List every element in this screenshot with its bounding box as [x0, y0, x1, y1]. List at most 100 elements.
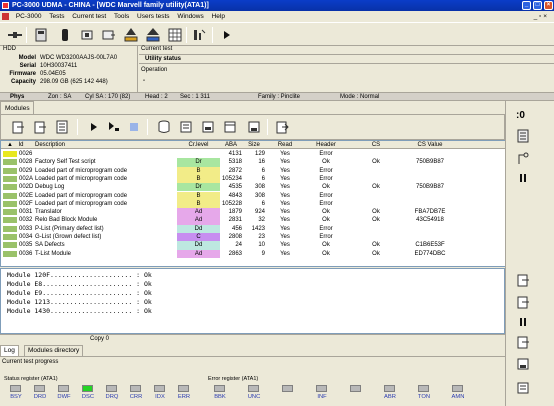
cell-size: 1423	[251, 225, 265, 232]
table-row[interactable]: 0028 Dr Factory Self Test script 5318 16 Yes O…	[1, 158, 507, 167]
table-row[interactable]: 0031 Ad Translator 1879 924 Yes Ok Ok FBA7DB7E	[1, 208, 507, 217]
sector-editor-icon[interactable]	[144, 26, 162, 44]
save-cylinder-icon[interactable]	[155, 118, 173, 136]
read-module-icon[interactable]	[177, 118, 195, 136]
table-row[interactable]: 0026 4131 129 Yes Error	[1, 150, 507, 158]
run-icon[interactable]	[218, 26, 236, 44]
device-icon[interactable]	[32, 26, 50, 44]
print-log-icon[interactable]	[514, 379, 532, 397]
export-icon[interactable]	[9, 118, 27, 136]
cell-header: Ok	[322, 250, 330, 257]
branch-icon[interactable]	[514, 149, 532, 167]
modules-tab[interactable]: Modules	[0, 101, 34, 114]
stepper-icon[interactable]	[190, 26, 208, 44]
app-menu-icon[interactable]	[2, 12, 9, 20]
col-read[interactable]: Read	[269, 141, 301, 149]
status-led	[106, 385, 117, 392]
head-map-icon[interactable]	[514, 127, 532, 145]
col-cs[interactable]: CS	[351, 141, 401, 149]
transfer-icon[interactable]	[100, 26, 118, 44]
write-module-icon[interactable]	[199, 118, 217, 136]
col-cr-level[interactable]: Cr.level	[177, 141, 220, 149]
menu-current-test[interactable]: Current test	[69, 11, 109, 22]
power-icon[interactable]	[6, 26, 24, 44]
tab-modules-directory[interactable]: Modules directory	[24, 345, 84, 356]
app-icon	[2, 2, 9, 9]
log-output[interactable]: Module 120F..................... : Ok Mo…	[0, 268, 505, 334]
cell-aba: 2808	[228, 234, 242, 240]
memory-icon[interactable]	[78, 26, 96, 44]
error-led-label: INF	[317, 394, 327, 400]
table-row[interactable]: 0032 Ad Relo Bad Block Module 2831 32 Yes Ok Ok…	[1, 216, 507, 225]
hdd-io-icon[interactable]: :0	[514, 105, 532, 123]
col-id[interactable]: Id	[15, 141, 27, 149]
status-led	[10, 385, 21, 392]
row-marker-icon	[3, 159, 17, 166]
table-row[interactable]: 002D Dr Debug Log 4535 308 Yes Ok Ok 750B9B87	[1, 183, 507, 192]
log-line: Module E9....................... : Ok	[7, 289, 152, 297]
stop-icon[interactable]	[125, 118, 143, 136]
grid-icon[interactable]	[166, 26, 184, 44]
open-folder-icon[interactable]	[273, 118, 291, 136]
copy-bar: Copy 0	[0, 334, 505, 344]
save-log-icon[interactable]	[514, 355, 532, 373]
export-log-icon[interactable]	[514, 271, 532, 289]
table-row[interactable]: 0034 C G-List (Grown defect list) 2808 23 Yes…	[1, 233, 507, 242]
cell-aba: 5318	[228, 159, 242, 166]
col-header[interactable]: Header	[301, 141, 351, 149]
tab-log[interactable]: Log	[0, 345, 19, 356]
maximize-button[interactable]: □	[533, 1, 542, 10]
sort-arrow-icon[interactable]: ▲	[7, 141, 13, 149]
menu-tools[interactable]: Tools	[111, 11, 132, 22]
disk-save-icon[interactable]	[245, 118, 263, 136]
menu-tests[interactable]: Tests	[46, 11, 67, 22]
hdd-info-icon[interactable]	[122, 26, 140, 44]
table-row[interactable]: 0033 Dd P-List (Primary defect list) 456 142…	[1, 224, 507, 233]
database-icon[interactable]	[221, 118, 239, 136]
cell-cr-level: Dd	[177, 224, 220, 233]
status-led-label: ERR	[177, 394, 191, 400]
menu-users-tests[interactable]: Users tests	[134, 11, 173, 22]
table-row[interactable]: 0036 Ad T-List Module 2863 9 Yes Ok Ok ED774DBC	[1, 249, 507, 258]
table-row[interactable]: 002F B Loaded part of microprogram code 105…	[1, 199, 507, 209]
chip-icon[interactable]	[56, 26, 74, 44]
import-log-icon[interactable]	[514, 293, 532, 311]
cell-id: 002D	[19, 184, 34, 191]
menu-windows[interactable]: Windows	[174, 11, 206, 22]
cell-size: 924	[254, 209, 265, 216]
table-row[interactable]: 0035 Dd SA Defects 24 10 Yes Ok Ok C1B6E53F	[1, 241, 507, 250]
phys-mode: Mode : Normal	[340, 94, 380, 100]
menu-pc3000[interactable]: PC-3000	[13, 11, 45, 22]
cell-cr-level: C	[177, 233, 220, 242]
operation-value: -	[143, 78, 145, 84]
col-aba[interactable]: ABA	[220, 141, 242, 149]
table-row[interactable]: 0029 B Loaded part of microprogram code 287…	[1, 166, 507, 175]
col-cs-value[interactable]: CS Value	[401, 141, 459, 149]
minimize-button[interactable]: _	[522, 1, 531, 10]
status-led	[34, 385, 45, 392]
table-row[interactable]: 002A B Loaded part of microprogram code 105…	[1, 174, 507, 184]
cell-desc: Translator	[35, 209, 62, 216]
table-row[interactable]: 002E B Loaded part of microprogram code 484…	[1, 191, 507, 200]
cell-cs: Ok	[372, 184, 380, 191]
pause-log-icon[interactable]	[514, 313, 532, 331]
list-icon[interactable]	[53, 118, 71, 136]
play-icon[interactable]	[85, 118, 103, 136]
window-title: PC-3000 UDMA - CHINA - [WDC Marvell fami…	[12, 2, 209, 9]
cell-desc: Relo Bad Block Module	[35, 217, 98, 224]
menu-help[interactable]: Help	[209, 11, 228, 22]
cell-cs: Ok	[372, 250, 380, 257]
col-description[interactable]: Description	[35, 141, 75, 149]
close-button[interactable]: ×	[544, 1, 553, 10]
menu-bar: PC-3000 Tests Current test Tools Users t…	[0, 11, 554, 22]
error-led	[282, 385, 293, 392]
cell-size: 16	[258, 159, 265, 166]
col-size[interactable]: Size	[243, 141, 265, 149]
cell-size: 6	[261, 175, 265, 182]
pause-icon[interactable]	[514, 169, 532, 187]
mdi-controls[interactable]: _ ▫ ×	[531, 11, 550, 22]
import-icon[interactable]	[31, 118, 49, 136]
copy-log-icon[interactable]	[514, 333, 532, 351]
step-play-icon[interactable]	[105, 118, 123, 136]
error-led	[316, 385, 327, 392]
